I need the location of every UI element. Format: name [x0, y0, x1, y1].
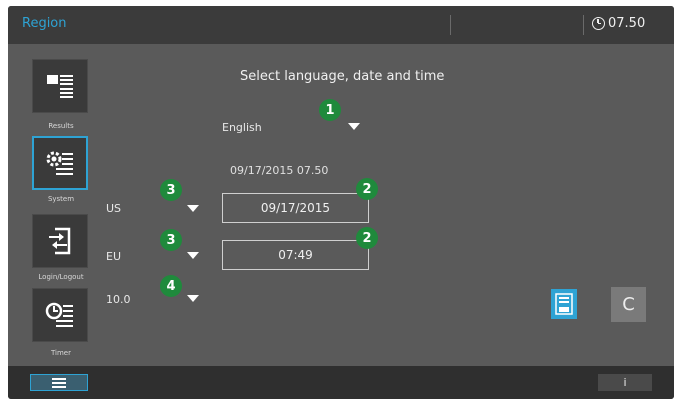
save-icon	[555, 293, 573, 315]
number-format-select[interactable]: 10.0	[106, 293, 131, 306]
time-format-select[interactable]: EU	[106, 250, 121, 263]
time-field[interactable]: 07:49	[222, 240, 369, 270]
device-screen: Region 07.50 Results System Login/Logout…	[8, 6, 674, 399]
topbar-divider	[450, 15, 451, 35]
callout-badge: 4	[160, 275, 182, 297]
callout-badge: 3	[160, 179, 182, 201]
info-button[interactable]: i	[598, 374, 652, 391]
sidebar-item-label: System	[47, 195, 75, 203]
date-format-dropdown-icon[interactable]	[187, 205, 199, 212]
clock: 07.50	[592, 16, 645, 31]
callout-badge: 1	[319, 99, 341, 121]
callout-badge: 3	[160, 229, 182, 251]
sidebar-item-login-logout[interactable]	[32, 214, 88, 268]
sidebar-item-results[interactable]	[32, 59, 88, 113]
timer-list-icon	[45, 302, 73, 327]
current-datetime: 09/17/2015 07.50	[230, 164, 329, 177]
page-title: Region	[22, 16, 67, 31]
page-heading: Select language, date and time	[240, 69, 445, 84]
date-field[interactable]: 09/17/2015	[222, 193, 369, 223]
sidebar-item-system[interactable]	[32, 136, 88, 190]
save-button[interactable]	[551, 289, 577, 319]
clock-divider	[583, 15, 584, 35]
clock-icon	[592, 17, 605, 30]
results-list-icon	[47, 75, 73, 98]
clock-time: 07.50	[608, 16, 646, 31]
sidebar-item-timer[interactable]	[32, 288, 88, 342]
language-select[interactable]: English	[222, 121, 262, 134]
sidebar-item-label: Timer	[50, 349, 71, 357]
sidebar-item-label: Results	[48, 122, 74, 130]
callout-badge: 2	[356, 178, 378, 200]
language-dropdown-icon[interactable]	[348, 123, 360, 130]
cancel-button[interactable]: C	[611, 287, 646, 322]
number-format-dropdown-icon[interactable]	[187, 295, 199, 302]
menu-icon	[52, 377, 66, 388]
menu-button[interactable]	[30, 374, 88, 391]
sidebar-item-label: Login/Logout	[38, 273, 84, 281]
bottom-bar: i	[8, 366, 674, 399]
login-logout-icon	[49, 227, 71, 255]
date-format-select[interactable]: US	[106, 202, 121, 215]
top-bar: Region 07.50	[8, 6, 674, 44]
time-format-dropdown-icon[interactable]	[187, 252, 199, 259]
system-gear-list-icon	[46, 151, 73, 175]
callout-badge: 2	[356, 227, 378, 249]
